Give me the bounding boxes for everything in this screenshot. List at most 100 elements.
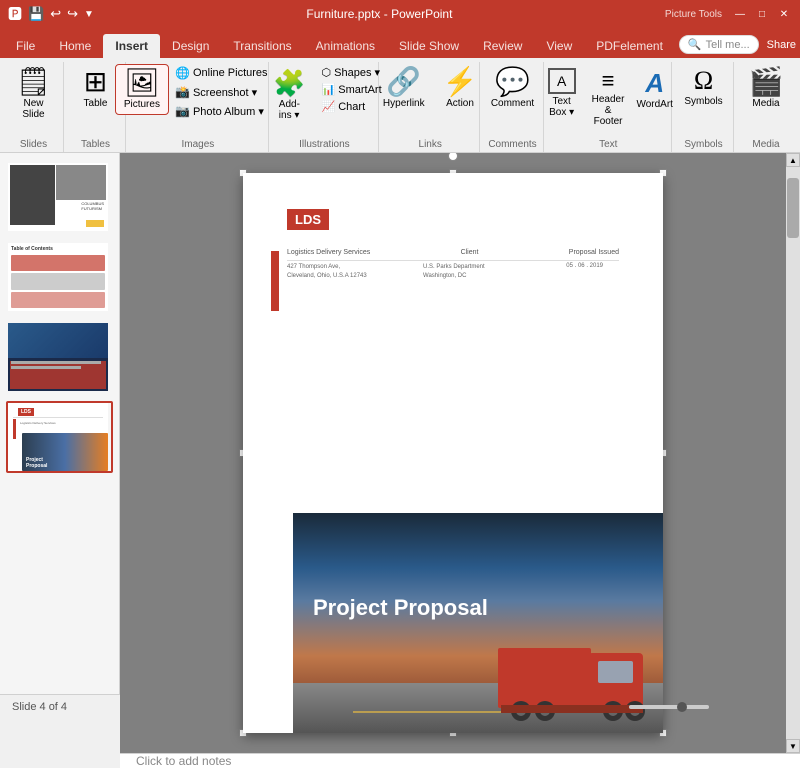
notes-placeholder: Click to add notes bbox=[136, 754, 231, 768]
slide-info: Slide 4 of 4 bbox=[12, 701, 67, 713]
ribbon-tabs: File Home Insert Design Transitions Anim… bbox=[0, 28, 800, 58]
header-footer-label: Header& Footer bbox=[592, 94, 625, 127]
shapes-label: Shapes ▾ bbox=[334, 66, 380, 79]
symbols-icon: Ω bbox=[694, 68, 713, 94]
photo-album-icon: 📷 bbox=[175, 104, 189, 118]
add-ins-label: Add-ins ▾ bbox=[279, 99, 300, 121]
slide-thumb-1[interactable]: 1 COLUMBUSFUTURISM bbox=[6, 161, 113, 233]
scroll-track[interactable] bbox=[786, 167, 800, 739]
quick-access-redo[interactable]: ↪ bbox=[67, 6, 78, 22]
quick-access-save[interactable]: 💾 bbox=[28, 6, 44, 22]
scroll-up-button[interactable]: ▲ bbox=[786, 153, 800, 167]
picture-tools-label: Picture Tools bbox=[665, 9, 722, 20]
proposal-title: Project Proposal bbox=[313, 594, 488, 623]
ribbon-group-comments: 💬 Comment Comments bbox=[482, 62, 543, 152]
media-button[interactable]: 🎬 Media bbox=[741, 64, 792, 113]
table-icon: ⊞ bbox=[84, 68, 107, 96]
scroll-thumb[interactable] bbox=[787, 178, 799, 238]
slides-group-label: Slides bbox=[20, 139, 47, 152]
text-box-button[interactable]: A TextBox ▾ bbox=[538, 64, 586, 122]
wordart-button[interactable]: A WordArt bbox=[630, 64, 679, 114]
notes-bar[interactable]: Click to add notes bbox=[120, 753, 800, 768]
tab-view[interactable]: View bbox=[534, 34, 584, 58]
tab-transitions[interactable]: Transitions bbox=[221, 34, 303, 58]
tables-group-label: Tables bbox=[81, 139, 110, 152]
illustrations-group-label: Illustrations bbox=[299, 139, 350, 152]
slide-preview-2: Table of Contents bbox=[8, 243, 108, 311]
close-button[interactable]: ✕ bbox=[776, 6, 792, 22]
slide-thumb-3[interactable]: 3 bbox=[6, 321, 113, 393]
zoom-slider[interactable] bbox=[629, 705, 709, 709]
text-group-label: Text bbox=[599, 139, 617, 152]
ribbon-group-text: A TextBox ▾ ≡ Header& Footer A WordArt T… bbox=[546, 62, 672, 152]
maximize-button[interactable]: □ bbox=[754, 6, 770, 22]
client-dept: U.S. Parks Department bbox=[423, 263, 485, 272]
tab-insert[interactable]: Insert bbox=[103, 34, 160, 58]
header-footer-button[interactable]: ≡ Header& Footer bbox=[588, 64, 629, 131]
action-button[interactable]: ⚡ Action bbox=[435, 64, 486, 113]
symbols-button[interactable]: Ω Symbols bbox=[676, 64, 730, 111]
slide-preview-3 bbox=[8, 323, 108, 391]
ribbon-group-symbols: Ω Symbols Symbols bbox=[674, 62, 734, 152]
title-bar: 🅿 💾 ↩ ↪ ▼ Furniture.pptx - PowerPoint Pi… bbox=[0, 0, 800, 28]
tab-review[interactable]: Review bbox=[471, 34, 534, 58]
tab-file[interactable]: File bbox=[4, 34, 47, 58]
shapes-icon: ⬡ bbox=[322, 66, 332, 79]
media-icon: 🎬 bbox=[749, 68, 784, 96]
quick-access-customize[interactable]: ▼ bbox=[84, 9, 94, 20]
ribbon: 🗒 NewSlide Slides ⊞ Table Tables 🖼 Pictu… bbox=[0, 58, 800, 153]
slide-canvas[interactable]: LDS Logistics Delivery Services Client P… bbox=[243, 173, 663, 733]
screenshot-label: Screenshot ▾ bbox=[193, 86, 257, 99]
wordart-label: WordArt bbox=[636, 99, 673, 110]
comment-label: Comment bbox=[491, 98, 534, 109]
links-group-label: Links bbox=[419, 139, 442, 152]
rotate-handle[interactable] bbox=[448, 153, 458, 161]
share-button[interactable]: Share bbox=[767, 39, 796, 51]
search-icon: 🔍 bbox=[688, 38, 702, 51]
slide-thumb-4[interactable]: 4 LDS Logistics Delivery Services Projec… bbox=[6, 401, 113, 473]
truck-svg bbox=[493, 623, 653, 733]
new-slide-label: NewSlide bbox=[22, 98, 44, 120]
logistics-label: Logistics Delivery Services bbox=[287, 249, 370, 256]
address-block: 427 Thompson Ave, Cleveland, Ohio, U.S.A… bbox=[287, 263, 367, 281]
add-ins-button[interactable]: 🧩 Add-ins ▾ bbox=[263, 64, 315, 125]
hyperlink-button[interactable]: 🔗 Hyperlink bbox=[375, 64, 433, 113]
scroll-down-button[interactable]: ▼ bbox=[786, 739, 800, 753]
minimize-button[interactable]: — bbox=[732, 6, 748, 22]
ribbon-group-links: 🔗 Hyperlink ⚡ Action Links bbox=[381, 62, 480, 152]
slide-thumb-2[interactable]: 2 Table of Contents bbox=[6, 241, 113, 313]
client-label: Client bbox=[461, 249, 479, 256]
address-line1: 427 Thompson Ave, bbox=[287, 263, 367, 272]
text-box-icon: A bbox=[548, 68, 576, 94]
tell-me-box[interactable]: 🔍 Tell me... bbox=[679, 35, 759, 54]
app-title: Furniture.pptx - PowerPoint bbox=[94, 7, 665, 21]
tab-slideshow[interactable]: Slide Show bbox=[387, 34, 471, 58]
tab-design[interactable]: Design bbox=[160, 34, 221, 58]
ribbon-group-media: 🎬 Media Media bbox=[736, 62, 796, 152]
table-label: Table bbox=[84, 98, 108, 109]
header-footer-icon: ≡ bbox=[602, 68, 615, 94]
photo-album-label: Photo Album ▾ bbox=[193, 105, 264, 118]
action-label: Action bbox=[446, 98, 474, 109]
screenshot-icon: 📸 bbox=[175, 85, 189, 99]
tab-pdfelement[interactable]: PDFelement bbox=[584, 34, 675, 58]
tab-home[interactable]: Home bbox=[47, 34, 103, 58]
online-pictures-label: Online Pictures bbox=[193, 67, 268, 79]
media-group-label: Media bbox=[752, 139, 779, 152]
tab-animations[interactable]: Animations bbox=[304, 34, 387, 58]
comments-group-label: Comments bbox=[488, 139, 536, 152]
quick-access-undo[interactable]: ↩ bbox=[50, 6, 61, 22]
table-button[interactable]: ⊞ Table bbox=[72, 64, 120, 113]
lds-red-bar bbox=[271, 251, 279, 311]
smartart-icon: 📊 bbox=[322, 83, 336, 96]
address-line2: Cleveland, Ohio, U.S.A 12743 bbox=[287, 272, 367, 281]
symbols-group-label: Symbols bbox=[684, 139, 722, 152]
proposal-issued-label: Proposal Issued bbox=[569, 249, 619, 256]
text-box-label: TextBox ▾ bbox=[549, 96, 574, 118]
ribbon-group-images: 🖼 Pictures 🌐 Online Pictures 📸 Screensho… bbox=[128, 62, 269, 152]
new-slide-button[interactable]: 🗒 NewSlide bbox=[8, 64, 60, 124]
wordart-icon: A bbox=[645, 68, 664, 99]
pictures-button[interactable]: 🖼 Pictures bbox=[115, 64, 169, 115]
date-value: 05 . 06 . 2019 bbox=[566, 263, 603, 269]
comment-button[interactable]: 💬 Comment bbox=[483, 64, 542, 113]
